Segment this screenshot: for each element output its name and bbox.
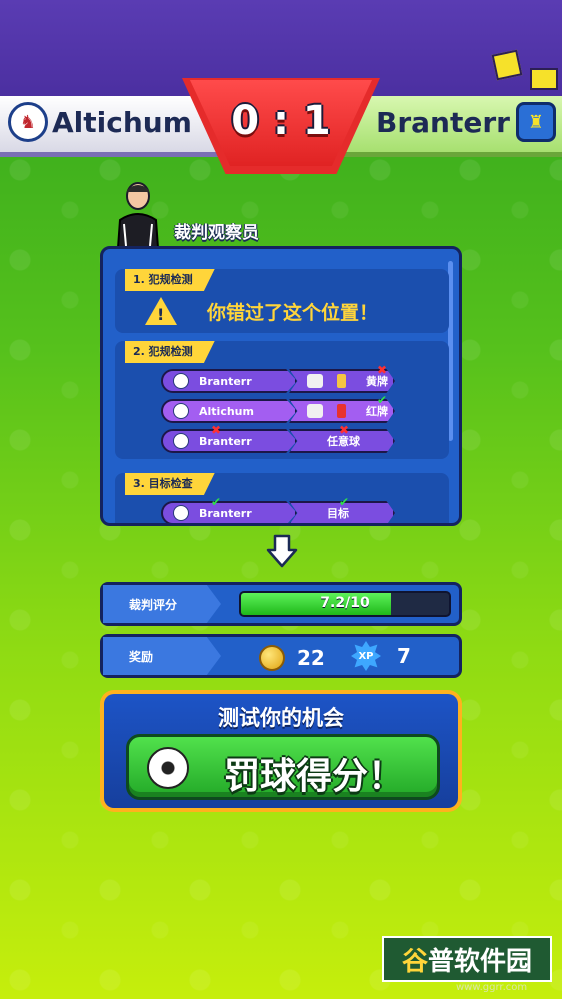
yellow-card-icon bbox=[337, 374, 346, 388]
team-right-name: Branterr bbox=[376, 106, 510, 139]
wrong-mark-icon: ✖ bbox=[339, 423, 350, 437]
list-item[interactable]: Branterr 目标 ✔ ✔ bbox=[161, 495, 395, 523]
rating-label: 裁判评分 bbox=[103, 585, 221, 623]
coin-icon bbox=[259, 645, 285, 671]
coin-count: 22 bbox=[297, 646, 325, 670]
section-label: 2. 犯规检测 bbox=[125, 341, 215, 363]
arrow-down-icon bbox=[266, 534, 298, 568]
soccer-ball-icon bbox=[147, 747, 189, 789]
team-left-crest-icon: ♞ bbox=[8, 102, 48, 142]
missed-message: 你错过了这个位置！ bbox=[207, 301, 379, 324]
warning-icon: ! bbox=[145, 297, 177, 325]
section-goal-check: 3. 目标检查 Branterr 目标 ✔ ✔ bbox=[115, 473, 449, 523]
rating-progress: 7.2/10 bbox=[239, 591, 451, 617]
shirt-icon bbox=[307, 404, 323, 418]
check-mark-icon: ✔ bbox=[211, 495, 222, 509]
section-foul-detection-1: 1. 犯规检测 ! 你错过了这个位置！ bbox=[115, 269, 449, 333]
watermark-logo: 谷普软件园 bbox=[382, 936, 552, 982]
rating-value: 7.2/10 bbox=[320, 595, 370, 611]
team-left-name: Altichum bbox=[52, 106, 192, 139]
rewards-label: 奖励 bbox=[103, 637, 221, 675]
team-right-crest-icon: ♜ bbox=[516, 102, 556, 142]
team-crest-icon bbox=[173, 403, 189, 419]
red-card-icon bbox=[337, 404, 346, 418]
review-panel[interactable]: 1. 犯规检测 ! 你错过了这个位置！ 2. 犯规检测 Branterr 黄牌 … bbox=[100, 246, 462, 526]
check-mark-icon: ✔ bbox=[377, 393, 388, 407]
list-item[interactable]: Branterr 黄牌 ✖ bbox=[161, 363, 395, 393]
section-label: 3. 目标检查 bbox=[125, 473, 215, 495]
shirt-icon bbox=[307, 374, 323, 388]
penalty-cta-card: 测试你的机会 罚球得分！ bbox=[100, 690, 462, 812]
xp-icon: XP bbox=[351, 641, 381, 671]
team-crest-icon bbox=[173, 505, 189, 521]
list-item[interactable]: Altichum 红牌 ✔ bbox=[161, 393, 395, 423]
referee-avatar bbox=[116, 182, 160, 248]
row-team: Branterr bbox=[199, 374, 252, 388]
section-foul-detection-2: 2. 犯规检测 Branterr 黄牌 ✖ Altichum 红牌 ✔ Bran… bbox=[115, 341, 449, 459]
referee-observer-title: 裁判观察员 bbox=[174, 223, 259, 243]
wrong-mark-icon: ✖ bbox=[377, 363, 388, 377]
wrong-mark-icon: ✖ bbox=[211, 423, 222, 437]
section-label: 1. 犯规检测 bbox=[125, 269, 215, 291]
rewards-bar: 奖励 22 XP 7 bbox=[100, 634, 462, 678]
check-mark-icon: ✔ bbox=[339, 495, 350, 509]
row-team: Branterr bbox=[199, 506, 252, 520]
team-crest-icon bbox=[173, 433, 189, 449]
team-crest-icon bbox=[173, 373, 189, 389]
row-team: Branterr bbox=[199, 434, 252, 448]
watermark-url: www.ggrr.com bbox=[456, 982, 528, 993]
scoreboard: 0 : 1 bbox=[231, 98, 331, 144]
penalty-shoot-label: 罚球得分！ bbox=[223, 756, 404, 797]
list-item[interactable]: Branterr 任意球 ✖ ✖ bbox=[161, 423, 395, 453]
row-team: Altichum bbox=[199, 404, 254, 418]
penalty-shoot-button[interactable]: 罚球得分！ bbox=[126, 734, 440, 800]
xp-count: 7 bbox=[397, 644, 411, 668]
referee-rating-bar: 裁判评分 7.2/10 bbox=[100, 582, 462, 626]
cta-subtitle: 测试你的机会 bbox=[218, 706, 344, 730]
